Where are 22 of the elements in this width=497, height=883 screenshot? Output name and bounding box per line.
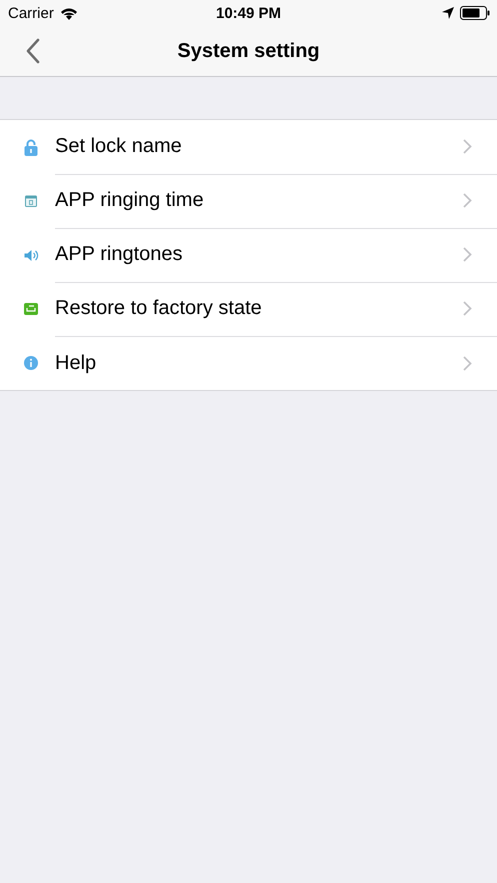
chevron-icon bbox=[463, 193, 472, 208]
page-title: System setting bbox=[177, 40, 320, 62]
battery-icon bbox=[460, 6, 490, 20]
chevron-icon bbox=[463, 301, 472, 316]
row-label: APP ringtones bbox=[55, 243, 182, 266]
back-icon[interactable] bbox=[26, 38, 40, 64]
settings-row[interactable]: Set lock name bbox=[0, 120, 497, 174]
location-arrow-icon bbox=[442, 7, 454, 19]
settings-row[interactable]: APP ringtones bbox=[0, 228, 497, 282]
wifi-icon bbox=[60, 6, 78, 20]
row-label: Set lock name bbox=[55, 135, 182, 158]
chevron-icon bbox=[463, 356, 472, 370]
row-label: APP ringing time bbox=[55, 189, 204, 212]
status-time: 10:49 PM bbox=[216, 4, 282, 22]
row-label: Help bbox=[55, 352, 96, 374]
settings-row[interactable]: Help bbox=[0, 336, 497, 390]
settings-row[interactable]: Restore to factory state bbox=[0, 282, 497, 336]
carrier-name: Carrier bbox=[8, 4, 54, 22]
chevron-icon bbox=[463, 247, 472, 262]
chevron-icon bbox=[463, 139, 472, 154]
settings-row[interactable]: APP ringing time bbox=[0, 174, 497, 228]
row-label: Restore to factory state bbox=[55, 297, 262, 320]
